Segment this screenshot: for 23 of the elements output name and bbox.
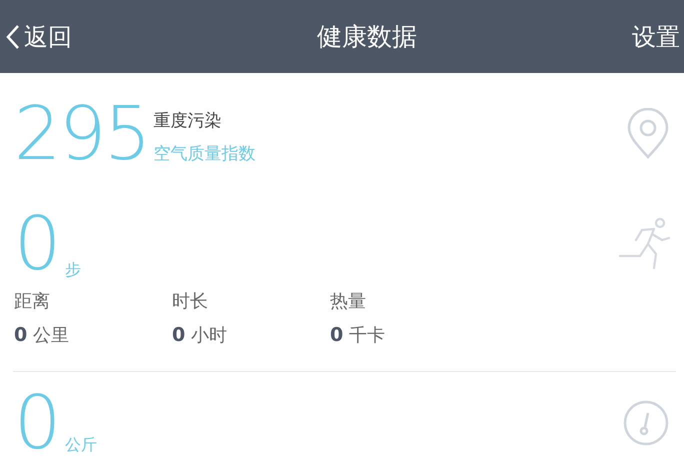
stat-unit: 千卡 <box>349 324 386 347</box>
stat-value: 0 <box>14 324 28 346</box>
gauge-icon[interactable] <box>622 399 670 447</box>
aqi-label: 空气质量指数 <box>153 143 256 165</box>
settings-button[interactable]: 设置 <box>632 20 680 52</box>
stat-unit: 公里 <box>33 324 70 347</box>
aqi-value: 295 <box>14 101 150 167</box>
stat-label: 热量 <box>330 290 367 313</box>
pollution-status: 重度污染 <box>153 110 222 132</box>
weight-unit: 公斤 <box>65 435 98 456</box>
step-count: 0 <box>14 211 60 277</box>
stat-value: 0 <box>172 324 186 346</box>
stat-value: 0 <box>330 324 344 346</box>
page-title: 健康数据 <box>317 21 417 53</box>
stat-unit: 小时 <box>191 324 228 347</box>
weight-value: 0 <box>14 390 60 456</box>
location-pin-icon[interactable] <box>626 108 670 160</box>
back-button[interactable]: 返回 <box>6 20 72 52</box>
stat-label: 时长 <box>172 290 209 313</box>
back-icon <box>6 24 20 50</box>
stat-label: 距离 <box>14 290 51 313</box>
step-unit: 步 <box>65 260 82 281</box>
runner-icon[interactable] <box>616 216 670 272</box>
